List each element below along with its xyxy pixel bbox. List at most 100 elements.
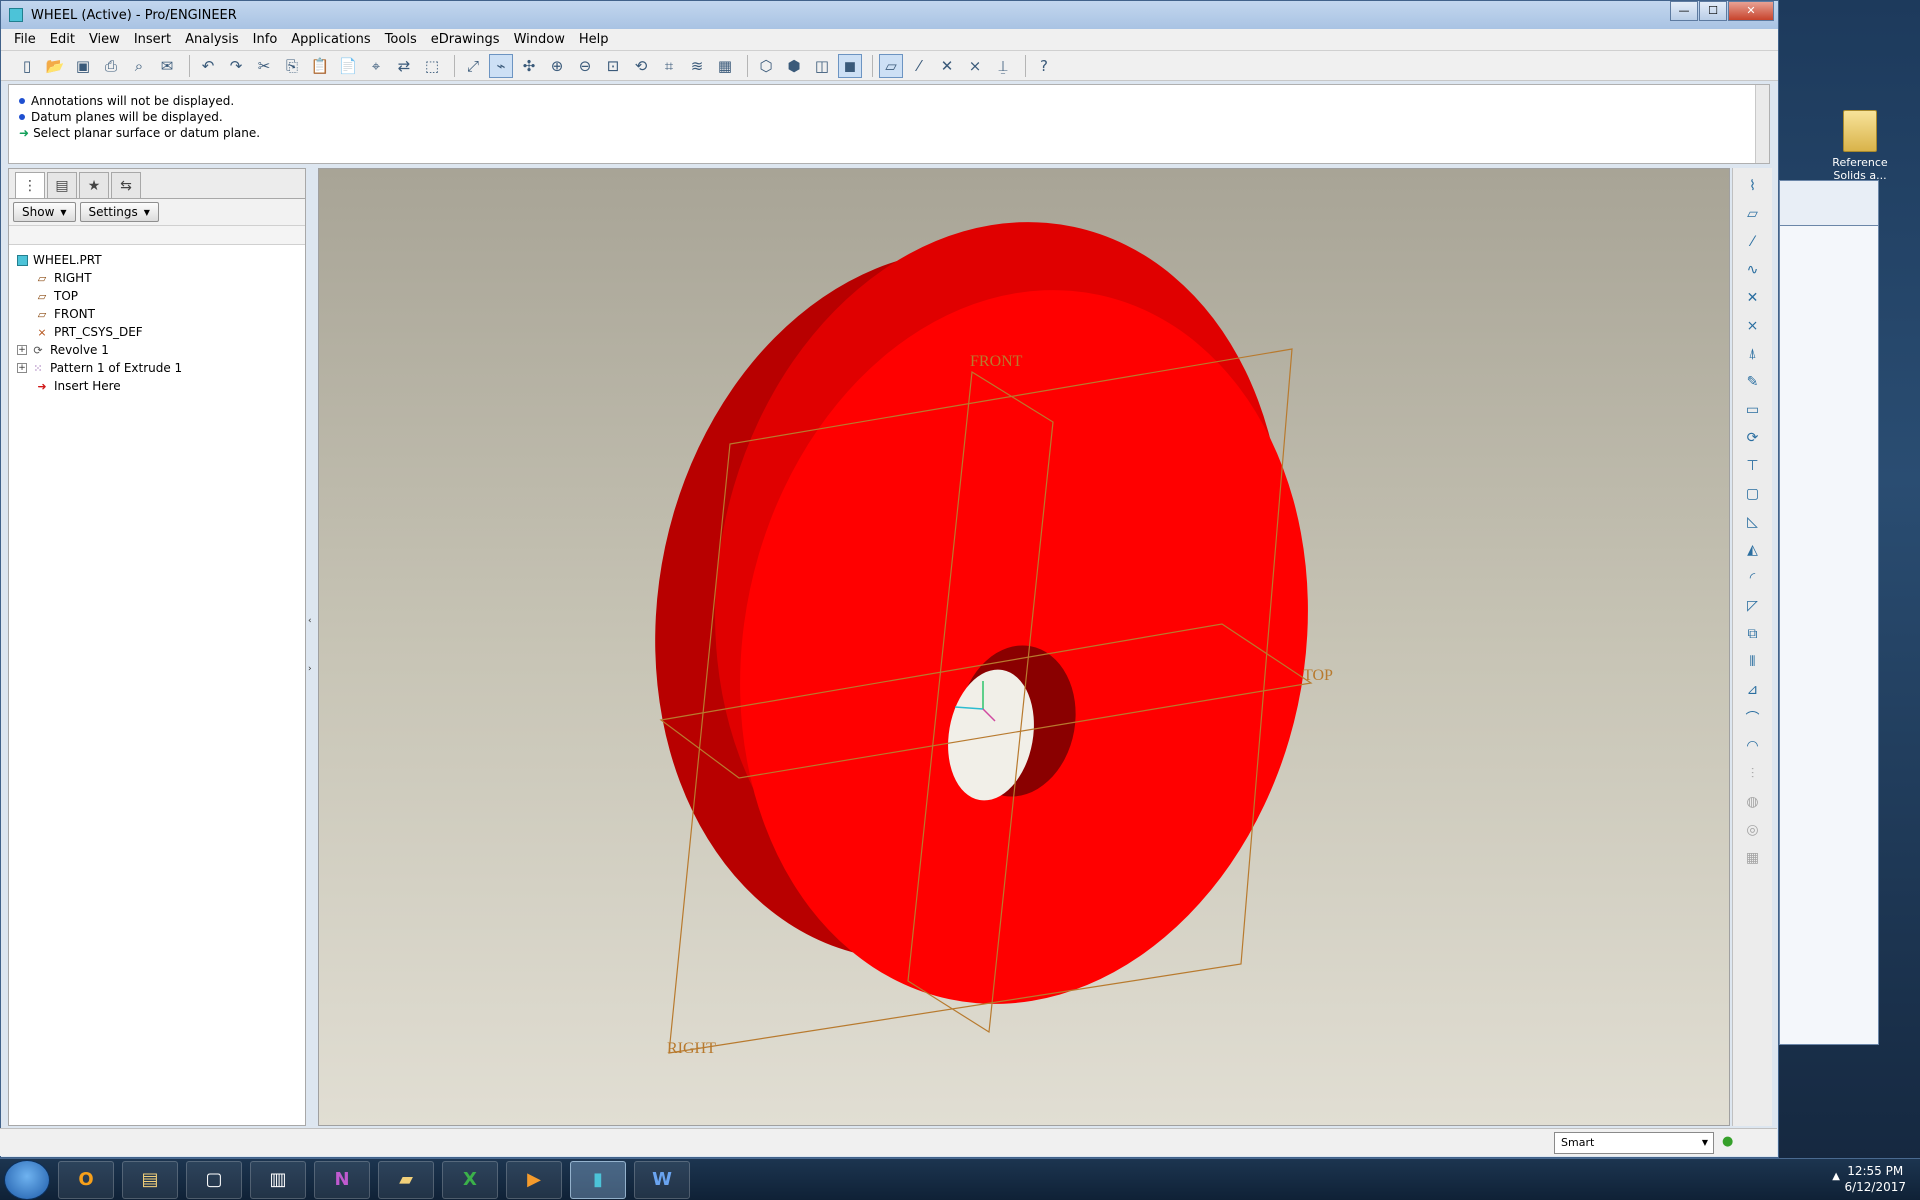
wireframe-icon[interactable]: ⬡: [754, 54, 778, 78]
redo-icon[interactable]: ↷: [224, 54, 248, 78]
save-icon[interactable]: ▣: [71, 54, 95, 78]
folder-browser-tab[interactable]: ▤: [47, 172, 77, 198]
selection-box-icon[interactable]: ⬚: [420, 54, 444, 78]
menu-info[interactable]: Info: [246, 29, 285, 51]
refit-icon[interactable]: ⊡: [601, 54, 625, 78]
menu-edrawings[interactable]: eDrawings: [424, 29, 507, 51]
print-icon[interactable]: ⎙: [99, 54, 123, 78]
plane-label-right[interactable]: RIGHT: [667, 1040, 716, 1057]
taskbar-window[interactable]: ▢: [186, 1160, 242, 1199]
regenerate-icon[interactable]: ⇄: [392, 54, 416, 78]
panel-splitter[interactable]: ‹ ›: [306, 168, 316, 1126]
thicken-tool-icon[interactable]: ⫶: [1740, 762, 1766, 786]
menu-tools[interactable]: Tools: [378, 29, 424, 51]
datum-curve-icon[interactable]: ∿: [1740, 258, 1766, 282]
taskbar-media-player[interactable]: ▶: [506, 1160, 562, 1199]
layers-icon[interactable]: ≋: [685, 54, 709, 78]
offset-tool-icon[interactable]: ◠: [1740, 734, 1766, 758]
trim-tool-icon[interactable]: ⌒: [1740, 706, 1766, 730]
taskbar-app[interactable]: ▥: [250, 1160, 306, 1199]
tray-expand-icon[interactable]: ▲: [1832, 1171, 1840, 1182]
menu-applications[interactable]: Applications: [284, 29, 377, 51]
taskbar-file-explorer[interactable]: ▤: [122, 1160, 178, 1199]
datum-plane-tool-icon[interactable]: ▱: [1740, 202, 1766, 226]
taskbar-excel[interactable]: X: [442, 1160, 498, 1199]
menu-view[interactable]: View: [82, 29, 127, 51]
plane-label-front[interactable]: FRONT: [970, 353, 1023, 370]
find-icon[interactable]: ⌖: [364, 54, 388, 78]
grid-tool-icon[interactable]: ▦: [1740, 846, 1766, 870]
context-help-icon[interactable]: ?: [1032, 54, 1056, 78]
analysis-feature-icon[interactable]: ⍋: [1740, 342, 1766, 366]
taskbar-proengineer[interactable]: ▮: [570, 1160, 626, 1199]
expand-icon[interactable]: +: [17, 363, 27, 373]
merge-tool-icon[interactable]: ⊿: [1740, 678, 1766, 702]
graphics-window[interactable]: FRONT TOP RIGHT: [318, 168, 1730, 1126]
chamfer-tool-icon[interactable]: ◸: [1740, 594, 1766, 618]
tree-item-wheel-prt[interactable]: WHEEL.PRT: [9, 251, 305, 269]
datum-points-display-icon[interactable]: ✕: [935, 54, 959, 78]
intersect-tool-icon[interactable]: ◎: [1740, 818, 1766, 842]
revolve-tool-icon[interactable]: ⟳: [1740, 426, 1766, 450]
message-scrollbar[interactable]: [1755, 85, 1769, 163]
print-preview-icon[interactable]: ⌕: [127, 54, 151, 78]
undo-icon[interactable]: ↶: [196, 54, 220, 78]
annotations-display-icon[interactable]: ⍊: [991, 54, 1015, 78]
tree-filter-bar[interactable]: [9, 225, 305, 245]
plane-label-top[interactable]: TOP: [1303, 667, 1333, 684]
shading-icon[interactable]: ◼: [838, 53, 862, 78]
view-manager-icon[interactable]: ▦: [713, 54, 737, 78]
round-tool-icon[interactable]: ◜: [1740, 566, 1766, 590]
mirror-tool-icon[interactable]: ⫴: [1740, 650, 1766, 674]
tree-item-pattern-1[interactable]: + ⁙ Pattern 1 of Extrude 1: [9, 359, 305, 377]
settings-dropdown[interactable]: Settings ▼: [79, 202, 159, 222]
pattern-tool-icon[interactable]: ⧉: [1740, 622, 1766, 646]
favorites-tab[interactable]: ★: [79, 172, 109, 198]
menu-file[interactable]: File: [7, 29, 43, 51]
tree-item-prt-csys-def[interactable]: ⨯ PRT_CSYS_DEF: [9, 323, 305, 341]
coordinate-systems-display-icon[interactable]: ⨯: [963, 54, 987, 78]
menu-help[interactable]: Help: [572, 29, 616, 51]
hole-tool-icon[interactable]: ⊤: [1740, 454, 1766, 478]
menu-insert[interactable]: Insert: [127, 29, 178, 51]
selection-filter-select[interactable]: Smart ▼: [1554, 1132, 1714, 1154]
datum-point-icon[interactable]: ✕: [1740, 286, 1766, 310]
desktop-folder[interactable]: Reference Solids a...: [1820, 110, 1900, 182]
no-hidden-icon[interactable]: ◫: [810, 54, 834, 78]
menu-analysis[interactable]: Analysis: [178, 29, 246, 51]
expand-icon[interactable]: +: [17, 345, 27, 355]
tree-item-right[interactable]: ▱ RIGHT: [9, 269, 305, 287]
reorient-icon[interactable]: ⟲: [629, 54, 653, 78]
connections-tab[interactable]: ⇆: [111, 172, 141, 198]
close-button[interactable]: ✕: [1728, 1, 1774, 21]
datum-axis-tool-icon[interactable]: ⌇: [1740, 174, 1766, 198]
hidden-line-icon[interactable]: ⬢: [782, 54, 806, 78]
datum-axes-display-icon[interactable]: ⁄: [907, 54, 931, 78]
taskbar-folder[interactable]: ▰: [378, 1160, 434, 1199]
datum-axis-icon[interactable]: ⁄: [1740, 230, 1766, 254]
tree-item-revolve-1[interactable]: + ⟳ Revolve 1: [9, 341, 305, 359]
rib-tool-icon[interactable]: ◺: [1740, 510, 1766, 534]
saved-views-icon[interactable]: ⌗: [657, 54, 681, 78]
menu-window[interactable]: Window: [507, 29, 572, 51]
draft-tool-icon[interactable]: ◭: [1740, 538, 1766, 562]
new-file-icon[interactable]: ▯: [15, 54, 39, 78]
open-file-icon[interactable]: 📂: [43, 54, 67, 78]
model-tree-tab[interactable]: ⋮: [15, 172, 45, 198]
taskbar-onenote[interactable]: N: [314, 1160, 370, 1199]
extrude-tool-icon[interactable]: ▭: [1740, 398, 1766, 422]
cut-icon[interactable]: ✂: [252, 54, 276, 78]
tree-item-top[interactable]: ▱ TOP: [9, 287, 305, 305]
coordinate-system-icon[interactable]: ⨯: [1740, 314, 1766, 338]
sketch-tool-icon[interactable]: ✎: [1740, 370, 1766, 394]
expand-right-icon[interactable]: ›: [308, 664, 312, 674]
copy-icon[interactable]: ⎘: [280, 54, 304, 78]
taskbar-word[interactable]: W: [634, 1160, 690, 1199]
orient-icon[interactable]: ✣: [517, 54, 541, 78]
zoom-out-icon[interactable]: ⊖: [573, 54, 597, 78]
model-viewport[interactable]: FRONT TOP RIGHT: [319, 169, 1730, 1126]
maximize-button[interactable]: ☐: [1699, 1, 1727, 21]
paste-icon[interactable]: 📋: [308, 54, 332, 78]
zoom-in-icon[interactable]: ⊕: [545, 54, 569, 78]
tree-item-front[interactable]: ▱ FRONT: [9, 305, 305, 323]
